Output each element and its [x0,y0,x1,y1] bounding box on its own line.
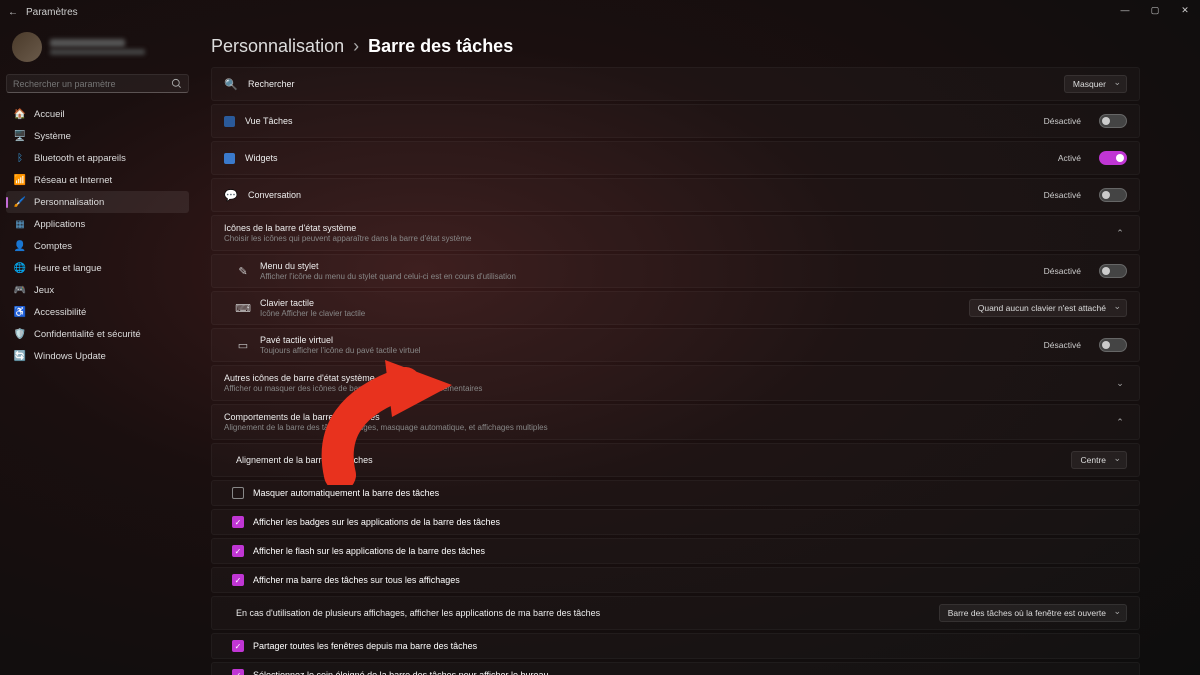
search-icon: 🔍 [224,77,238,91]
widgets-icon [224,153,235,164]
nav-icon: 🏠 [14,108,26,120]
avatar [12,32,42,62]
all-displays-checkbox[interactable]: ✓ [232,574,244,586]
nav-icon: 👤 [14,240,26,252]
row-search: 🔍 Rechercher Masquer [212,68,1139,100]
nav-label: Accueil [34,109,65,120]
nav-item-confidentialit-et-s-curit-[interactable]: 🛡️ Confidentialité et sécurité [6,323,189,345]
nav-item-personnalisation[interactable]: 🖌️ Personnalisation [6,191,189,213]
search-input[interactable] [13,79,171,89]
breadcrumb: Personnalisation › Barre des tâches [211,36,1140,57]
nav-item-comptes[interactable]: 👤 Comptes [6,235,189,257]
nav-icon: 📶 [14,174,26,186]
user-email [50,49,145,55]
taskview-toggle[interactable] [1099,114,1127,128]
nav-icon: 🌐 [14,262,26,274]
multi-row: En cas d'utilisation de plusieurs affich… [212,597,1139,629]
taskview-icon [224,116,235,127]
touchpad-icon: ▭ [236,338,250,352]
touchpad-toggle[interactable] [1099,338,1127,352]
nav-item-bluetooth-et-appareils[interactable]: ᛒ Bluetooth et appareils [6,147,189,169]
nav-label: Confidentialité et sécurité [34,329,141,340]
behaviors-header[interactable]: Comportements de la barre des tâches Ali… [211,404,1140,440]
touchkb-dropdown[interactable]: Quand aucun clavier n'est attaché [969,299,1127,317]
nav-icon: 🖌️ [14,196,26,208]
breadcrumb-parent[interactable]: Personnalisation [211,36,344,56]
nav-label: Heure et langue [34,263,102,274]
row-taskview: Vue Tâches Désactivé [212,105,1139,137]
flash-checkbox[interactable]: ✓ [232,545,244,557]
flash-row[interactable]: ✓ Afficher le flash sur les applications… [211,538,1140,564]
nav-label: Applications [34,219,85,230]
nav-label: Windows Update [34,351,106,362]
breadcrumb-current: Barre des tâches [368,36,513,56]
all-displays-row[interactable]: ✓ Afficher ma barre des tâches sur tous … [211,567,1140,593]
alignment-row: Alignement de la barre des tâches Centre [212,444,1139,476]
alignment-dropdown[interactable]: Centre [1071,451,1127,469]
user-block[interactable] [6,28,189,66]
desktop-corner-checkbox[interactable]: ✓ [232,669,244,675]
nav-item-r-seau-et-internet[interactable]: 📶 Réseau et Internet [6,169,189,191]
nav-label: Bluetooth et appareils [34,153,126,164]
pen-icon: ✎ [236,264,250,278]
systray-header[interactable]: Icônes de la barre d'état système Choisi… [211,215,1140,251]
nav-item-accessibilit-[interactable]: ♿ Accessibilité [6,301,189,323]
search-box[interactable] [6,74,189,93]
desktop-corner-row[interactable]: ✓ Sélectionnez le coin éloigné de la bar… [211,662,1140,675]
nav-label: Accessibilité [34,307,86,318]
taskview-label: Vue Tâches [245,116,1034,126]
nav-label: Système [34,131,71,142]
autohide-row[interactable]: Masquer automatiquement la barre des tâc… [211,480,1140,506]
nav-item-syst-me[interactable]: 🖥️ Système [6,125,189,147]
nav-icon: ▦ [14,218,26,230]
chat-icon: 💬 [224,188,238,202]
nav-item-heure-et-langue[interactable]: 🌐 Heure et langue [6,257,189,279]
window-title: Paramètres [26,7,78,18]
widgets-toggle[interactable] [1099,151,1127,165]
nav-icon: 🔄 [14,350,26,362]
nav-item-jeux[interactable]: 🎮 Jeux [6,279,189,301]
nav-label: Réseau et Internet [34,175,112,186]
row-touchpad: ▭ Pavé tactile virtuelToujours afficher … [212,329,1139,361]
multi-dropdown[interactable]: Barre des tâches où la fenêtre est ouver… [939,604,1127,622]
search-label: Rechercher [248,79,1054,89]
row-chat: 💬 Conversation Désactivé [212,179,1139,211]
search-icon [171,78,182,89]
nav-icon: ♿ [14,306,26,318]
badges-row[interactable]: ✓ Afficher les badges sur les applicatio… [211,509,1140,535]
share-windows-row[interactable]: ✓ Partager toutes les fenêtres depuis ma… [211,633,1140,659]
chat-toggle[interactable] [1099,188,1127,202]
maximize-button[interactable]: ▢ [1140,0,1170,20]
nav-icon: 🛡️ [14,328,26,340]
pen-toggle[interactable] [1099,264,1127,278]
nav-label: Personnalisation [34,197,104,208]
other-header[interactable]: Autres icônes de barre d'état système Af… [211,365,1140,401]
user-name [50,39,125,47]
nav-icon: 🎮 [14,284,26,296]
share-windows-checkbox[interactable]: ✓ [232,640,244,652]
nav-icon: 🖥️ [14,130,26,142]
row-touchkb: ⌨ Clavier tactileIcône Afficher le clavi… [212,292,1139,324]
close-button[interactable]: ✕ [1170,0,1200,20]
search-dropdown[interactable]: Masquer [1064,75,1127,93]
chat-label: Conversation [248,190,1034,200]
back-button[interactable]: ← [8,7,18,18]
row-widgets: Widgets Activé [212,142,1139,174]
nav-label: Comptes [34,241,72,252]
nav-item-applications[interactable]: ▦ Applications [6,213,189,235]
nav-item-windows-update[interactable]: 🔄 Windows Update [6,345,189,367]
chevron-down-icon: ⌄ [1113,378,1127,389]
row-pen: ✎ Menu du styletAfficher l'icône du menu… [212,255,1139,287]
autohide-checkbox[interactable] [232,487,244,499]
nav-icon: ᛒ [14,152,26,164]
widgets-label: Widgets [245,153,1048,163]
minimize-button[interactable]: — [1110,0,1140,20]
badges-checkbox[interactable]: ✓ [232,516,244,528]
chevron-up-icon: ⌃ [1113,228,1127,239]
chevron-up-icon: ⌃ [1113,417,1127,428]
nav-label: Jeux [34,285,54,296]
nav-item-accueil[interactable]: 🏠 Accueil [6,103,189,125]
keyboard-icon: ⌨ [236,301,250,315]
